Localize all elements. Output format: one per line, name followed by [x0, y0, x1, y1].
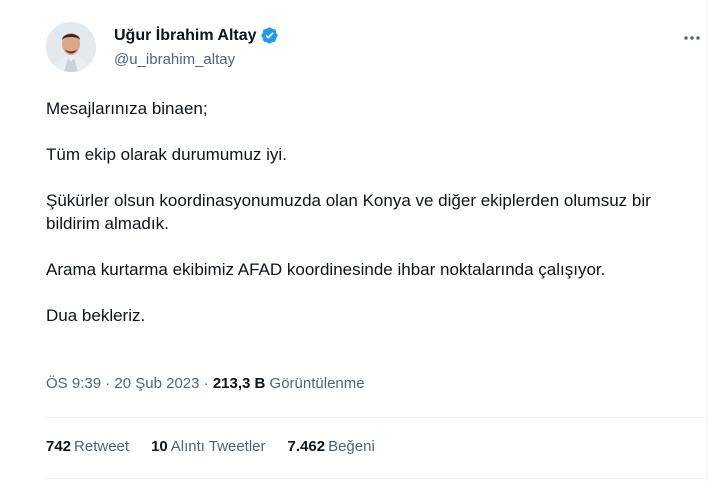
- quotes-count: 10: [151, 438, 168, 455]
- tweet-text: Mesajlarınıza binaen; Tüm ekip olarak du…: [46, 97, 686, 350]
- likes-count: 7.462: [287, 438, 326, 455]
- retweets-count: 742: [46, 438, 72, 455]
- tweet-timestamp[interactable]: ÖS 9:39 · 20 Şub 2023: [46, 375, 199, 392]
- views: 213,3 B Görüntülenme: [213, 375, 365, 392]
- author-handle[interactable]: @u_ibrahim_altay: [114, 51, 235, 68]
- tweet-stats: 742 Retweet 10 Alıntı Tweetler 7.462 Beğeni: [46, 438, 375, 455]
- tweet-date: 20 Şub 2023: [114, 375, 200, 392]
- verified-badge-icon: [260, 26, 279, 45]
- tweet-detail: Uğur İbrahim Altay @u_ibrahim_altay Mesa…: [0, 0, 708, 482]
- likes-label: Beğeni: [328, 438, 375, 455]
- more-horizontal-icon[interactable]: [682, 28, 702, 53]
- divider: [46, 478, 706, 479]
- retweets-label: Retweet: [74, 438, 130, 455]
- retweets-stat[interactable]: 742 Retweet: [46, 438, 129, 455]
- tweet-paragraph: Mesajlarınıza binaen;: [46, 99, 208, 118]
- likes-stat[interactable]: 7.462 Beğeni: [288, 438, 375, 455]
- meta-separator: ·: [105, 375, 111, 392]
- tweet-paragraph: Arama kurtarma ekibimiz AFAD koordinesin…: [46, 260, 606, 279]
- avatar[interactable]: [46, 22, 96, 72]
- views-count: 213,3 B: [212, 375, 266, 392]
- avatar-image: [46, 22, 96, 72]
- meta-separator: ·: [203, 375, 209, 392]
- views-label: Görüntülenme: [269, 375, 365, 392]
- quotes-label: Alıntı Tweetler: [170, 438, 266, 455]
- tweet-meta: ÖS 9:39 · 20 Şub 2023 · 213,3 B Görüntül…: [46, 375, 365, 392]
- divider: [46, 417, 706, 418]
- quotes-stat[interactable]: 10 Alıntı Tweetler: [151, 438, 265, 455]
- author-name-text: Uğur İbrahim Altay: [114, 26, 257, 44]
- author-name[interactable]: Uğur İbrahim Altay: [114, 26, 279, 45]
- tweet-paragraph: Dua bekleriz.: [46, 306, 146, 325]
- tweet-paragraph: Tüm ekip olarak durumumuz iyi.: [46, 145, 287, 164]
- tweet-time: ÖS 9:39: [46, 375, 102, 392]
- tweet-paragraph: Şükürler olsun koordinasyonumuzda olan K…: [46, 191, 651, 233]
